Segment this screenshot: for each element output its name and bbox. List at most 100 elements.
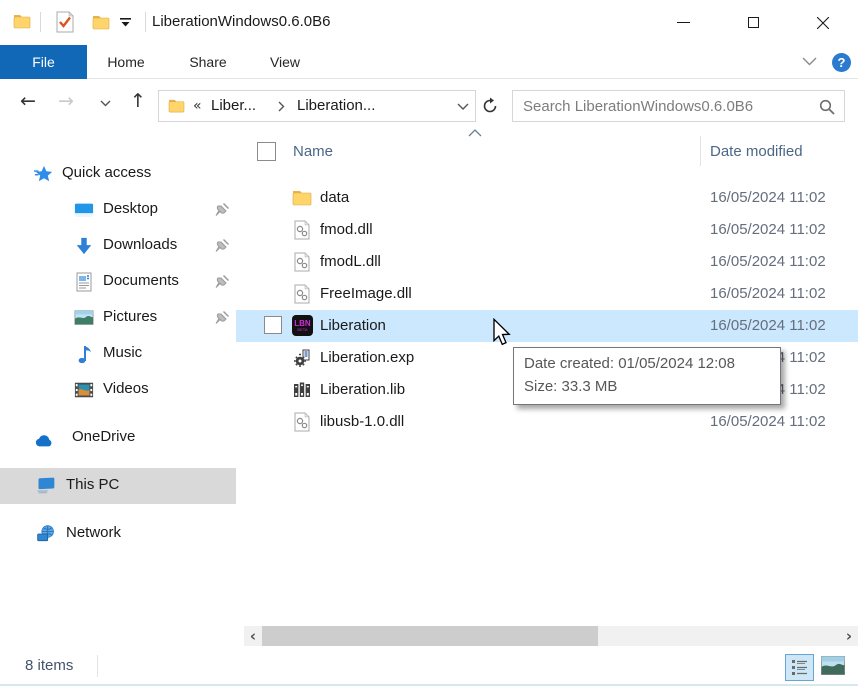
search-box[interactable] (512, 90, 845, 122)
ribbon-tab-strip: File Home Share View ? (0, 45, 858, 79)
pin-icon (213, 201, 231, 219)
sidebar-item-this-pc[interactable]: This PC (0, 468, 236, 504)
divider (145, 12, 146, 32)
search-input[interactable] (513, 91, 844, 121)
sidebar-item-onedrive[interactable]: OneDrive (0, 420, 236, 456)
navigation-pane: Quick access Desktop Downloads (0, 128, 236, 626)
sidebar-item-network[interactable]: Network (0, 516, 236, 552)
help-button[interactable]: ? (832, 53, 851, 72)
sidebar-item-label: Network (66, 524, 121, 541)
file-name: Liberation.lib (320, 381, 405, 398)
breadcrumb-item[interactable]: Liberation... (297, 97, 375, 114)
address-bar[interactable]: « Liber... Liberation... (158, 90, 476, 122)
forward-button[interactable]: → (58, 92, 74, 111)
mouse-cursor (492, 318, 512, 346)
music-icon (76, 344, 96, 364)
back-button[interactable]: ← (20, 92, 36, 111)
refresh-button[interactable] (481, 97, 499, 115)
details-view-icon (791, 659, 808, 676)
sidebar-item-label: Music (103, 344, 142, 361)
breadcrumb-chevron-icon[interactable] (278, 101, 285, 112)
properties-icon[interactable] (55, 11, 75, 33)
lib-icon (292, 380, 312, 400)
exp-icon (292, 348, 312, 368)
sidebar-item-label: Quick access (62, 164, 151, 181)
scroll-left-button[interactable]: ‹ (244, 626, 262, 646)
new-folder-icon[interactable] (92, 14, 110, 30)
file-date-modified: 16/05/2024 11:02 (710, 285, 826, 302)
file-info-tooltip: Date created: 01/05/2024 12:08 Size: 33.… (513, 347, 781, 405)
pin-icon (213, 273, 231, 291)
sidebar-item-label: Downloads (103, 236, 177, 253)
tab-file[interactable]: File (0, 45, 87, 79)
explorer-window: LiberationWindows0.6.0B6 File Home Share… (0, 0, 858, 686)
file-name: fmodL.dll (320, 253, 381, 270)
column-header-name[interactable]: Name (293, 143, 333, 160)
sidebar-item-pictures[interactable]: Pictures (0, 300, 236, 336)
tab-view[interactable]: View (255, 45, 315, 79)
file-row-freeimage-dll[interactable]: FreeImage.dll 16/05/2024 11:02 (236, 278, 858, 310)
network-icon (36, 524, 56, 544)
sidebar-item-downloads[interactable]: Downloads (0, 228, 236, 264)
breadcrumb-overflow-button[interactable]: « (193, 98, 202, 114)
sidebar-item-label: Desktop (103, 200, 158, 217)
lbn-badge-sub: BETA (297, 328, 307, 332)
collapse-ribbon-icon[interactable] (802, 57, 817, 66)
large-icons-view-button[interactable] (820, 654, 846, 677)
minimize-button[interactable] (660, 0, 706, 45)
details-view-button[interactable] (785, 654, 814, 681)
sidebar-item-music[interactable]: Music (0, 336, 236, 372)
downloads-icon (74, 236, 94, 256)
sidebar-item-label: OneDrive (72, 428, 135, 445)
pictures-icon (74, 308, 94, 328)
select-all-checkbox[interactable] (257, 142, 276, 161)
file-row-libusb-dll[interactable]: libusb-1.0.dll 16/05/2024 11:02 (236, 406, 858, 438)
address-folder-icon (168, 98, 185, 113)
file-name: Liberation.exp (320, 349, 414, 366)
status-bar: 8 items (0, 648, 858, 684)
tab-share[interactable]: Share (178, 45, 238, 79)
file-name: FreeImage.dll (320, 285, 412, 302)
minimize-icon (677, 22, 690, 23)
sidebar-item-label: Pictures (103, 308, 157, 325)
column-header-date-modified[interactable]: Date modified (710, 143, 803, 160)
divider (97, 655, 98, 677)
app-folder-icon (13, 13, 31, 29)
breadcrumb-item[interactable]: Liber... (211, 97, 256, 114)
search-icon[interactable] (819, 99, 835, 115)
title-bar: LiberationWindows0.6.0B6 (0, 0, 858, 45)
up-button[interactable]: ↑ (130, 92, 146, 111)
file-row-liberation[interactable]: LBN BETA Liberation 16/05/2024 11:02 (236, 310, 858, 342)
file-row-fmod-dll[interactable]: fmod.dll 16/05/2024 11:02 (236, 214, 858, 246)
maximize-button[interactable] (730, 0, 776, 45)
sidebar-item-videos[interactable]: Videos (0, 372, 236, 408)
recent-locations-icon[interactable] (100, 100, 111, 107)
file-row-data[interactable]: data 16/05/2024 11:02 (236, 182, 858, 214)
column-divider[interactable] (700, 136, 701, 166)
sidebar-item-quick-access[interactable]: Quick access (0, 156, 236, 192)
maximize-icon (748, 17, 759, 28)
file-date-modified: 16/05/2024 11:02 (710, 317, 826, 334)
scroll-right-button[interactable]: › (840, 626, 858, 646)
sidebar-item-label: Documents (103, 272, 179, 289)
dll-icon (292, 284, 312, 304)
this-pc-icon (36, 476, 56, 496)
close-button[interactable] (800, 0, 846, 45)
qat-customize-icon[interactable] (120, 18, 131, 27)
row-checkbox[interactable] (264, 316, 282, 334)
quick-access-star-icon (34, 164, 54, 184)
pin-icon (213, 309, 231, 327)
file-name: Liberation (320, 317, 386, 334)
tooltip-date-created: Date created: 01/05/2024 12:08 (524, 352, 770, 375)
folder-icon (292, 188, 312, 208)
file-row-fmodl-dll[interactable]: fmodL.dll 16/05/2024 11:02 (236, 246, 858, 278)
address-dropdown-icon[interactable] (457, 103, 469, 111)
horizontal-scrollbar[interactable]: ‹ › (244, 626, 858, 646)
documents-icon (74, 272, 94, 292)
sidebar-item-documents[interactable]: Documents (0, 264, 236, 300)
sidebar-item-desktop[interactable]: Desktop (0, 192, 236, 228)
close-icon (817, 17, 829, 29)
tab-home[interactable]: Home (96, 45, 156, 79)
sort-ascending-icon[interactable] (468, 129, 482, 137)
scrollbar-thumb[interactable] (262, 626, 598, 646)
